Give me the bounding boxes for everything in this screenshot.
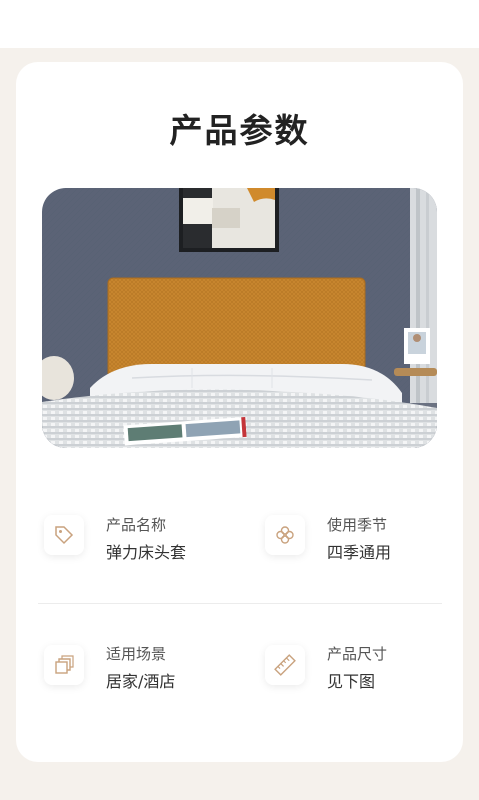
spec-value-name: 弹力床头套 [106,543,187,562]
layers-icon [55,655,74,674]
divider [38,603,442,604]
spec-label-scene: 适用场景 [106,645,167,663]
spec-value-scene: 居家/酒店 [106,672,176,691]
page-title: 产品参数 [169,111,310,150]
spec-label-season: 使用季节 [327,516,388,534]
tag-icon [55,526,74,545]
product-photo [42,188,437,448]
layers-icon-box [44,645,84,685]
flower-icon-box [265,515,305,555]
top-band [0,0,479,48]
ruler-icon-box [265,645,305,685]
spec-value-size: 见下图 [327,672,376,691]
tag-icon-box [44,515,84,555]
spec-label-size: 产品尺寸 [327,645,388,663]
flower-icon [276,526,294,544]
spec-value-season: 四季通用 [327,543,392,562]
spec-label-name: 产品名称 [106,516,167,534]
ruler-icon [274,654,296,676]
